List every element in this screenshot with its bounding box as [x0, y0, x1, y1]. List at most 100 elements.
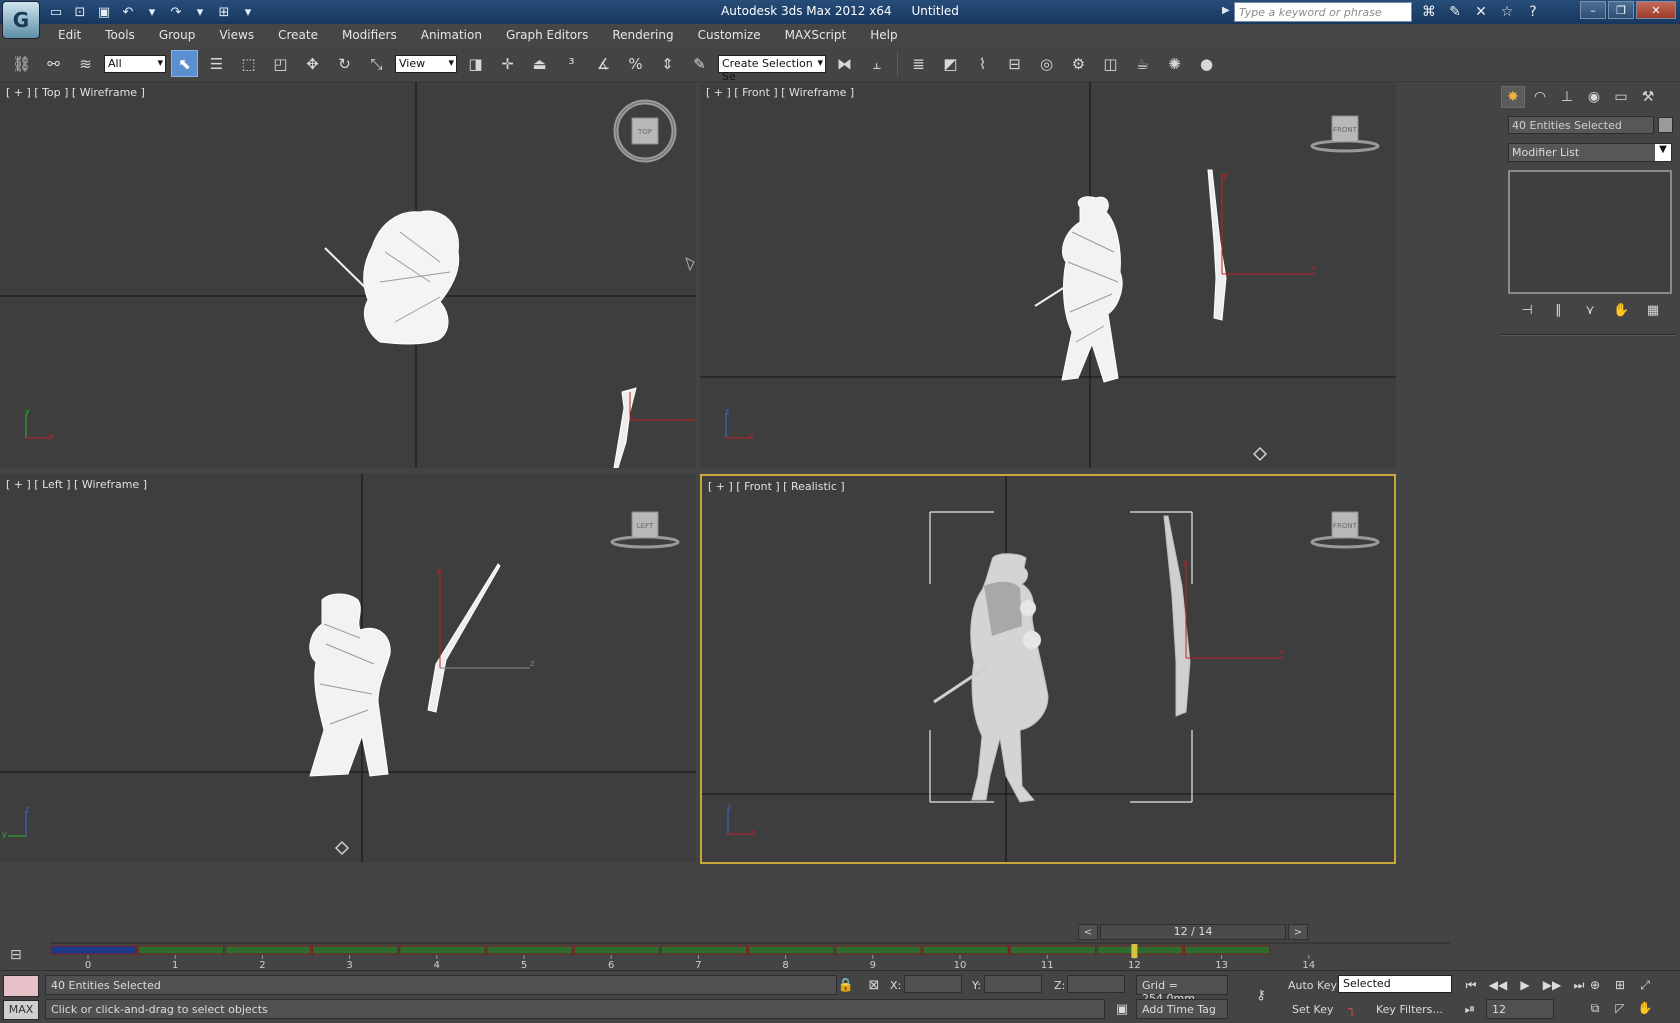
select-object-icon[interactable]: ⬉: [171, 50, 198, 77]
dropdown-arrow-icon[interactable]: ▼: [1655, 144, 1671, 161]
menu-rendering[interactable]: Rendering: [600, 28, 685, 42]
pin-stack-icon[interactable]: ⊣: [1516, 300, 1538, 320]
render-setup-icon[interactable]: ⚙: [1065, 50, 1092, 77]
menu-create[interactable]: Create: [266, 28, 330, 42]
trackbar-key-segment[interactable]: [486, 945, 573, 955]
edit-named-selection-icon[interactable]: ✎: [686, 50, 713, 77]
menu-modifiers[interactable]: Modifiers: [330, 28, 409, 42]
next-frame-icon[interactable]: ▶▶: [1541, 975, 1563, 995]
close-button[interactable]: ✕: [1636, 1, 1676, 19]
schematic-view-icon[interactable]: ⊟: [1001, 50, 1028, 77]
bind-to-space-warp-icon[interactable]: ≋: [72, 50, 99, 77]
select-and-link-icon[interactable]: ⛓: [8, 50, 35, 77]
selection-lock-icon[interactable]: 🔒: [836, 975, 856, 995]
zoom-extents-icon[interactable]: ⤢: [1634, 975, 1656, 995]
make-unique-icon[interactable]: ⋎: [1579, 300, 1601, 320]
time-slider-thumb[interactable]: 12 / 14: [1100, 924, 1286, 940]
time-slider-next-button[interactable]: >: [1288, 924, 1308, 940]
object-name-field[interactable]: 40 Entities Selected: [1508, 116, 1654, 134]
select-by-name-icon[interactable]: ☰: [203, 50, 230, 77]
activeshade-icon[interactable]: ●: [1193, 50, 1220, 77]
restore-button[interactable]: ❐: [1608, 1, 1634, 19]
window-crossing-icon[interactable]: ◰: [267, 50, 294, 77]
zoom-extents-all-icon[interactable]: ⧉: [1584, 998, 1606, 1018]
viewcube-front[interactable]: FRONT: [1310, 112, 1380, 156]
keyboard-shortcut-override-icon[interactable]: ⏏: [526, 50, 553, 77]
time-slider-prev-button[interactable]: <: [1078, 924, 1098, 940]
viewport-label-top[interactable]: [ + ] [ Top ] [ Wireframe ]: [6, 86, 145, 99]
communication-icon[interactable]: ✕: [1470, 2, 1492, 22]
open-file-icon[interactable]: ⊡: [70, 2, 90, 22]
viewport-left[interactable]: [ + ] [ Left ] [ Wireframe ] y z z y LEF…: [0, 474, 696, 862]
new-file-icon[interactable]: ▭: [46, 2, 66, 22]
selection-color-swatch[interactable]: [3, 975, 39, 997]
menu-animation[interactable]: Animation: [409, 28, 494, 42]
trackbar-key-segment[interactable]: [660, 945, 748, 955]
render-iterative-icon[interactable]: ✺: [1161, 50, 1188, 77]
viewcube-top-label[interactable]: TOP: [637, 128, 652, 136]
object-color-swatch[interactable]: [1658, 117, 1673, 133]
viewcube-top[interactable]: TOP: [612, 98, 678, 164]
trackbar-key-segment[interactable]: [748, 945, 835, 955]
create-tab-icon[interactable]: ✸: [1501, 86, 1525, 108]
trackbar-key-segment[interactable]: [922, 945, 1009, 955]
percent-snap-icon[interactable]: %: [622, 50, 649, 77]
menu-help[interactable]: Help: [858, 28, 909, 42]
remove-modifier-icon[interactable]: ✋: [1611, 300, 1633, 320]
undo-dropdown-icon[interactable]: ▾: [142, 2, 162, 22]
selection-filter-dropdown[interactable]: All: [104, 54, 166, 73]
favorites-star-icon[interactable]: ☆: [1496, 2, 1518, 22]
binoculars-icon[interactable]: ⌘: [1418, 2, 1440, 22]
redo-dropdown-icon[interactable]: ▾: [190, 2, 210, 22]
rectangular-selection-icon[interactable]: ⬚: [235, 50, 262, 77]
spinner-snap-icon[interactable]: ⇕: [654, 50, 681, 77]
reference-coordinate-dropdown[interactable]: View: [395, 54, 457, 73]
trackbar-current-frame-marker[interactable]: [1131, 944, 1138, 958]
subscription-icon[interactable]: ✎: [1444, 2, 1466, 22]
customize-toolbar-icon[interactable]: ▾: [238, 2, 258, 22]
time-tag-icon[interactable]: ▣: [1112, 999, 1132, 1019]
pan-view-icon[interactable]: ✋: [1634, 998, 1656, 1018]
menu-customize[interactable]: Customize: [686, 28, 773, 42]
menu-group[interactable]: Group: [147, 28, 208, 42]
align-icon[interactable]: ⫠: [863, 50, 890, 77]
select-and-scale-icon[interactable]: ⤡: [363, 50, 390, 77]
viewport-front[interactable]: [ + ] [ Front ] [ Wireframe ] x y z x FR…: [700, 82, 1396, 468]
previous-frame-icon[interactable]: ◀◀: [1487, 975, 1509, 995]
graphite-modeling-icon[interactable]: ◩: [937, 50, 964, 77]
add-time-tag-button[interactable]: Add Time Tag: [1136, 999, 1228, 1019]
absolute-mode-transform-icon[interactable]: ⊠: [864, 975, 884, 995]
viewcube-left[interactable]: LEFT: [610, 508, 680, 552]
rendered-frame-window-icon[interactable]: ◫: [1097, 50, 1124, 77]
zoom-icon[interactable]: ⊕: [1584, 975, 1606, 995]
y-coord-field[interactable]: [984, 975, 1042, 993]
maxscript-listener-button[interactable]: MAX: [3, 1000, 39, 1020]
trackbar-key-segment[interactable]: [1009, 945, 1096, 955]
menu-views[interactable]: Views: [207, 28, 266, 42]
viewport-label-front[interactable]: [ + ] [ Front ] [ Wireframe ]: [706, 86, 854, 99]
save-file-icon[interactable]: ▣: [94, 2, 114, 22]
hierarchy-tab-icon[interactable]: ⊥: [1555, 86, 1579, 108]
unlink-selection-icon[interactable]: ⚯: [40, 50, 67, 77]
viewcube-front-realistic-label[interactable]: FRONT: [1333, 522, 1358, 530]
select-and-move-icon[interactable]: ✥: [299, 50, 326, 77]
trackbar[interactable]: ⊟ 0 1 2 3 4 5 6 7 8 9 10 11 12 13 14: [0, 942, 1680, 970]
trackbar-key-segment[interactable]: [224, 945, 312, 955]
trackbar-key-segment[interactable]: [1184, 945, 1271, 955]
select-and-rotate-icon[interactable]: ↻: [331, 50, 358, 77]
key-mode-toggle-icon[interactable]: ⏯: [1460, 999, 1480, 1019]
z-coord-field[interactable]: [1067, 975, 1125, 993]
menu-edit[interactable]: Edit: [46, 28, 93, 42]
key-mode-dropdown[interactable]: Selected: [1338, 975, 1452, 993]
trackbar-key-segment[interactable]: [137, 945, 224, 955]
set-key-button[interactable]: Set Key: [1292, 1003, 1334, 1016]
snaps-toggle-icon[interactable]: ³: [558, 50, 585, 77]
viewport-label-left[interactable]: [ + ] [ Left ] [ Wireframe ]: [6, 478, 147, 491]
default-in-out-tangents-icon[interactable]: ╮: [1342, 999, 1362, 1019]
x-coord-field[interactable]: [904, 975, 962, 993]
time-slider[interactable]: < 12 / 14 >: [1078, 924, 1308, 940]
configure-modifier-sets-icon[interactable]: ▦: [1642, 300, 1664, 320]
search-expand-icon[interactable]: ▶: [1222, 5, 1230, 16]
key-filters-button[interactable]: Key Filters...: [1376, 1003, 1443, 1016]
help-icon[interactable]: ?: [1522, 2, 1544, 22]
